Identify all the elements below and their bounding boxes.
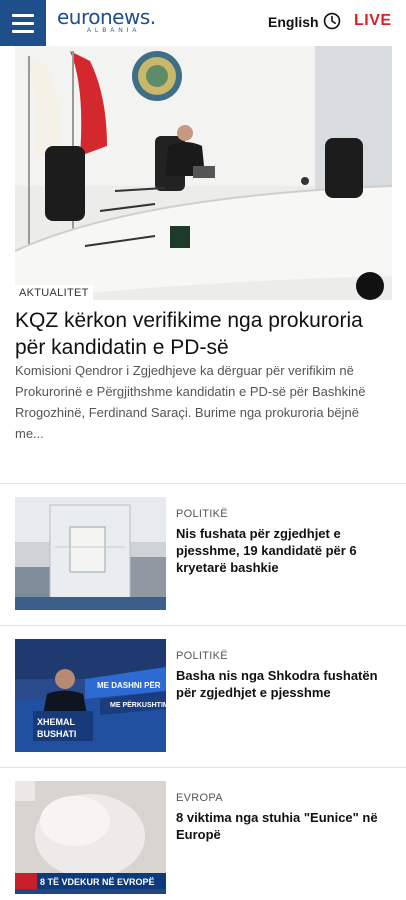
article-category[interactable]: POLITIKË (176, 650, 228, 662)
hero-category-badge[interactable]: AKTUALITET (15, 285, 93, 302)
article-category[interactable]: EVROPA (176, 792, 223, 804)
svg-text:ME PËRKUSHTIM: ME PËRKUSHTIM (110, 701, 166, 709)
menu-button[interactable] (0, 0, 46, 46)
live-button[interactable]: LIVE (354, 12, 392, 30)
article-headline[interactable]: Nis fushata për zgjedhjet e pjesshme, 19… (176, 525, 386, 576)
hero-headline[interactable]: KQZ kërkon verifikime nga prokuroria për… (15, 307, 393, 361)
article-thumbnail[interactable]: ME DASHNI PËR ME PËRKUSHTIM XHEMAL BUSHA… (15, 639, 166, 752)
hero-image[interactable] (15, 46, 392, 300)
article-headline[interactable]: Basha nis nga Shkodra fushatën për zgjed… (176, 667, 386, 701)
svg-text:ME DASHNI PËR: ME DASHNI PËR (97, 681, 161, 690)
top-header: euronews. ALBANIA English LIVE (0, 0, 406, 46)
logo-subtitle: ALBANIA (87, 28, 141, 34)
hero-summary: Komisioni Qendror i Zgjedhjeve ka dërgua… (15, 363, 366, 441)
article-thumbnail[interactable] (15, 497, 166, 610)
logo-wordmark: euronews. (57, 5, 156, 29)
language-selector[interactable]: English (268, 14, 319, 30)
svg-text:BUSHATI: BUSHATI (37, 729, 76, 739)
euronews-logo[interactable]: euronews. ALBANIA (57, 6, 172, 38)
article-headline[interactable]: 8 viktima nga stuhia "Eunice" në Europë (176, 809, 386, 843)
divider (0, 767, 406, 768)
divider (0, 483, 406, 484)
svg-text:XHEMAL: XHEMAL (37, 717, 76, 727)
hamburger-icon (12, 13, 34, 17)
svg-text:8 TË VDEKUR NË EVROPË: 8 TË VDEKUR NË EVROPË (40, 877, 155, 887)
article-category[interactable]: POLITIKË (176, 508, 228, 520)
clock-icon[interactable] (323, 12, 341, 30)
article-thumbnail[interactable]: 8 TË VDEKUR NË EVROPË (15, 781, 166, 894)
divider (0, 625, 406, 626)
